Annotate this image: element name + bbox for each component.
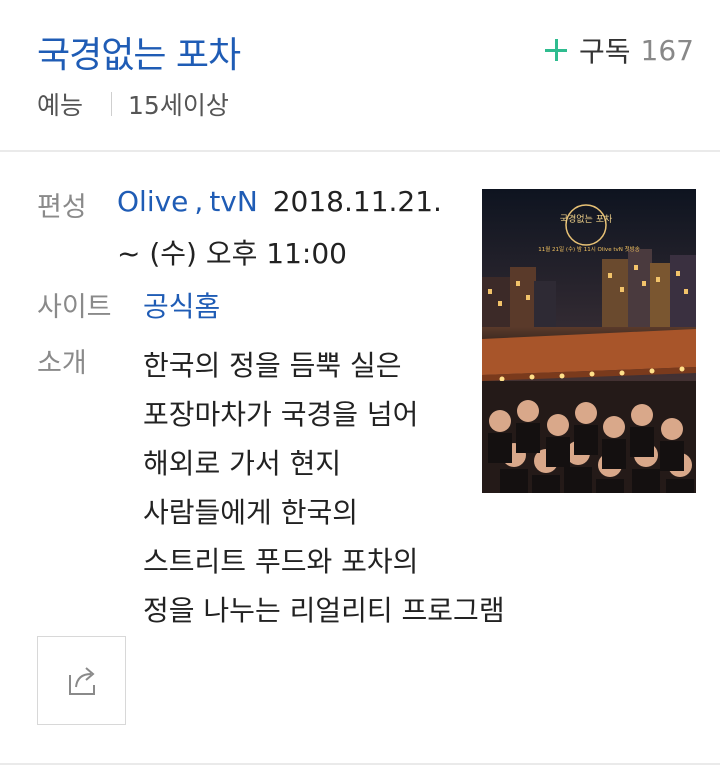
subscriber-count: 167	[640, 33, 694, 67]
description-line: 한국의 정을 듬뿍 실은	[143, 349, 402, 382]
meta-divider	[111, 92, 113, 116]
broadcast-time: ~ (수) 오후 11:00	[117, 237, 347, 270]
subscribe-button[interactable]: 구독 167	[545, 30, 694, 70]
program-header: 국경없는 포차 구독 167 예능 15세이상	[0, 0, 720, 152]
channel-link-olive[interactable]: Olive	[117, 185, 188, 218]
description-line: 사람들에게 한국의	[143, 496, 358, 529]
share-button[interactable]	[37, 636, 126, 725]
channel-separator: ,	[194, 185, 204, 218]
bottom-divider	[0, 763, 720, 765]
broadcast-date: 2018.11.21.	[272, 185, 442, 218]
broadcast-value: Olive, tvN 2018.11.21.	[117, 185, 442, 218]
program-meta: 예능 15세이상	[37, 86, 229, 122]
description-line: 정을 나누는 리얼리티 프로그램	[143, 594, 505, 627]
genre-label: 예능	[37, 91, 84, 120]
description-line: 해외로 가서 현지	[143, 447, 342, 480]
intro-label: 소개	[37, 348, 87, 379]
poster-image: 국경없는 포차 11월 21일 (수) 밤 11시 Olive tvN 첫방송	[482, 189, 696, 493]
subscribe-label: 구독	[579, 35, 631, 68]
description-line: 포장마차가 국경을 넘어	[143, 398, 419, 431]
channel-link-tvn[interactable]: tvN	[209, 185, 258, 218]
poster-logo: 국경없는 포차	[560, 213, 613, 225]
site-label: 사이트	[37, 292, 112, 323]
program-poster[interactable]: 국경없는 포차 11월 21일 (수) 밤 11시 Olive tvN 첫방송	[482, 189, 696, 493]
broadcast-label: 편성	[37, 192, 87, 223]
official-site-link[interactable]: 공식홈	[143, 285, 220, 325]
program-title[interactable]: 국경없는 포차	[37, 26, 241, 78]
age-rating: 15세이상	[128, 91, 229, 120]
program-description: 한국의 정을 듬뿍 실은 포장마차가 국경을 넘어 해외로 가서 현지 사람들에…	[143, 341, 505, 635]
poster-caption: 11월 21일 (수) 밤 11시 Olive tvN 첫방송	[538, 245, 640, 253]
description-line: 스트리트 푸드와 포차의	[143, 545, 419, 578]
plus-icon	[545, 39, 568, 61]
share-icon	[69, 667, 95, 695]
